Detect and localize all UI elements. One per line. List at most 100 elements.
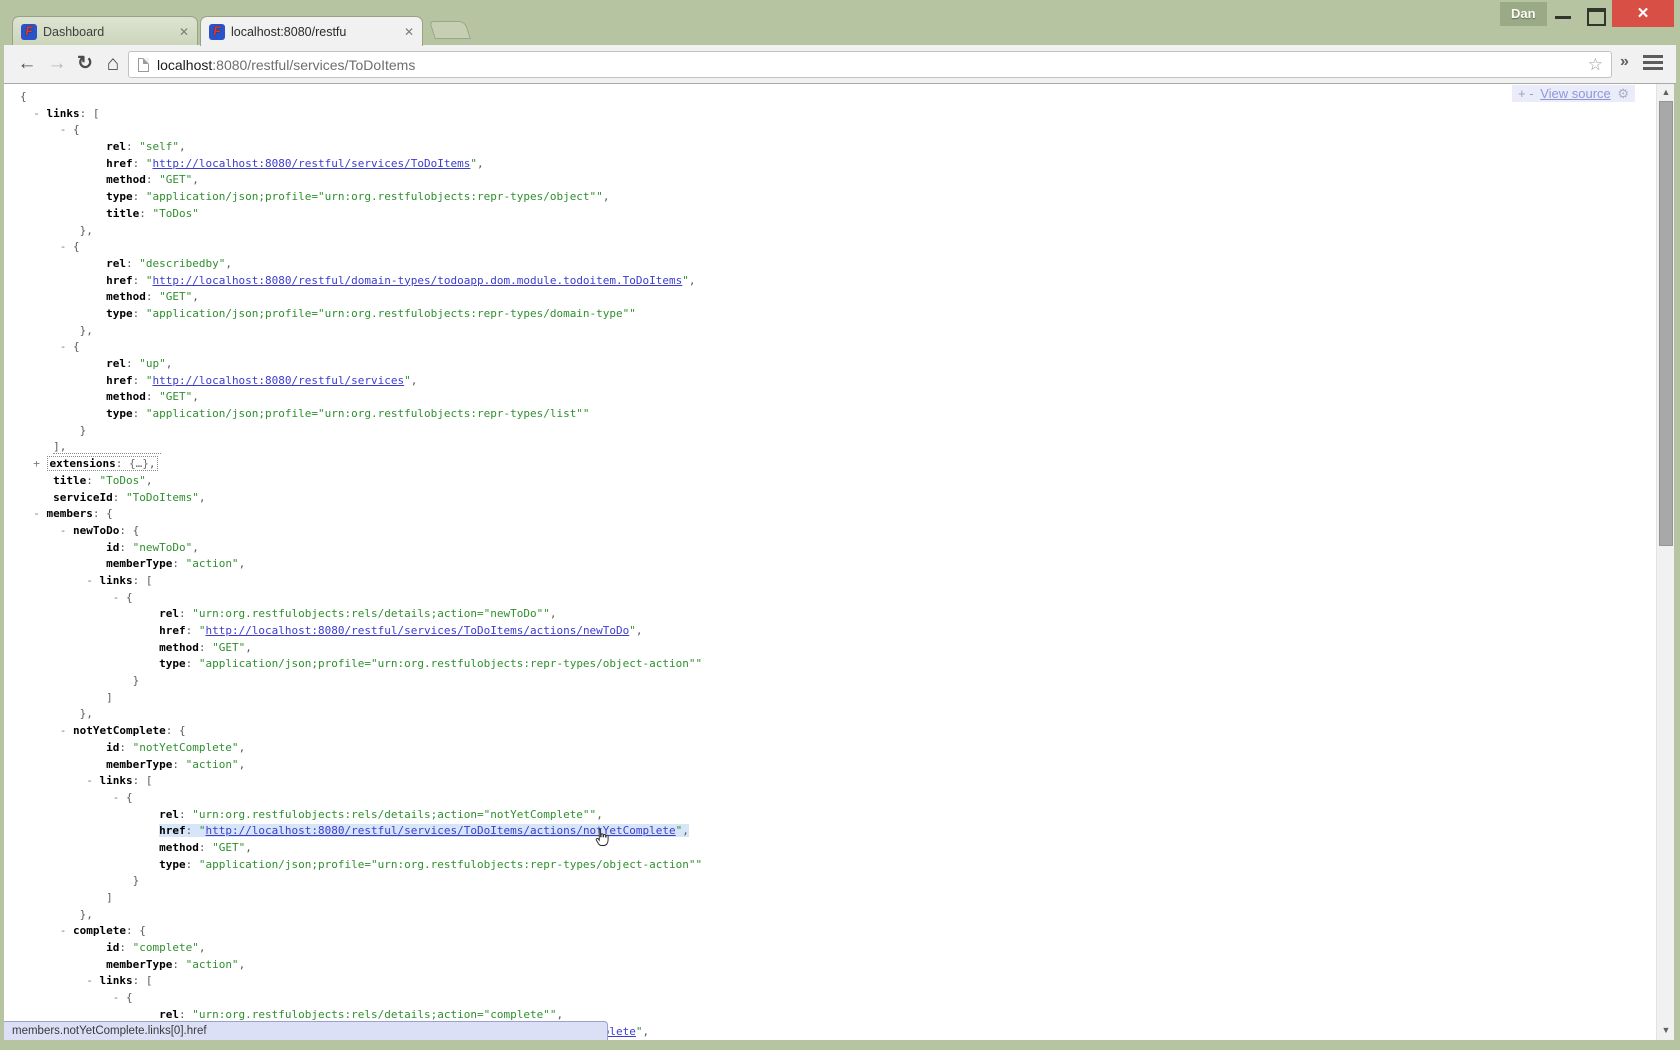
json-token: }, <box>80 324 93 337</box>
json-token: members <box>47 507 93 520</box>
json-token: title <box>53 474 86 487</box>
gear-icon[interactable]: ⚙ <box>1617 86 1629 101</box>
tab-title: localhost:8080/restfu <box>231 25 398 39</box>
json-token: "notYetComplete" <box>133 741 239 754</box>
menu-icon[interactable] <box>1643 55 1663 71</box>
scrollbar[interactable]: ▲ ▼ <box>1656 84 1674 1040</box>
json-line: type: "application/json;profile="urn:org… <box>20 656 1656 673</box>
json-link[interactable]: http://localhost:8080/restful/services <box>152 374 404 387</box>
indent <box>20 157 106 170</box>
json-token: , <box>146 474 153 487</box>
tab-close-icon[interactable]: ✕ <box>398 25 414 39</box>
json-link[interactable]: http://localhost:8080/restful/services/T… <box>205 624 629 637</box>
indent <box>20 674 133 687</box>
json-token: , <box>556 1008 563 1021</box>
new-tab-button[interactable] <box>429 21 471 39</box>
indent <box>20 207 106 220</box>
collapse-toggle[interactable]: - <box>20 507 47 520</box>
json-token: : <box>116 457 129 470</box>
json-token: : <box>126 140 139 153</box>
json-token: , <box>149 457 156 470</box>
json-token: "GET" <box>212 841 245 854</box>
collapse-toggle[interactable]: - <box>20 791 126 804</box>
indent <box>20 557 106 570</box>
json-token: "application/json;profile="urn:org.restf… <box>146 307 636 320</box>
json-token: , <box>682 824 689 837</box>
back-icon[interactable]: ← <box>14 51 40 77</box>
scroll-down-icon[interactable]: ▼ <box>1657 1022 1675 1038</box>
json-token: "ToDoItems" <box>126 491 199 504</box>
json-token: : <box>119 741 132 754</box>
page-icon <box>138 58 149 72</box>
collapse-toggle[interactable]: - <box>20 107 47 120</box>
json-token: type <box>159 657 186 670</box>
json-line: rel: "urn:org.restfulobjects:rels/detail… <box>20 606 1656 623</box>
json-line: method: "GET", <box>20 640 1656 657</box>
json-token: href <box>159 624 186 637</box>
home-icon[interactable]: ⌂ <box>100 51 126 77</box>
collapse-toggle[interactable]: - <box>20 924 73 937</box>
json-line: } <box>20 673 1656 690</box>
collapse-toggle[interactable]: - <box>20 774 99 787</box>
extensions-overflow-icon[interactable]: » <box>1620 53 1629 71</box>
json-token: method <box>159 641 199 654</box>
scrollbar-thumb[interactable] <box>1659 101 1673 546</box>
maximize-button[interactable] <box>1580 0 1610 27</box>
json-line: - links: [ <box>20 573 1656 590</box>
array-close: ], <box>53 440 161 454</box>
reload-icon[interactable]: ↻ <box>72 51 98 77</box>
json-token: rel <box>159 1008 179 1021</box>
json-line: id: "newToDo", <box>20 540 1656 557</box>
json-token: : <box>179 808 192 821</box>
collapse-toggle[interactable]: - <box>20 123 73 136</box>
collapse-all-button[interactable]: + <box>1518 86 1526 101</box>
json-token: : <box>179 1008 192 1021</box>
expand-all-button[interactable]: - <box>1529 86 1533 101</box>
json-token: ] <box>106 891 113 904</box>
json-token: "urn:org.restfulobjects:rels/details;act… <box>192 607 550 620</box>
collapse-toggle[interactable]: - <box>20 724 73 737</box>
json-token: method <box>106 290 146 303</box>
bookmark-star-icon[interactable]: ☆ <box>1588 55 1611 75</box>
json-token: : <box>133 407 146 420</box>
tab-close-icon[interactable]: ✕ <box>173 25 189 39</box>
indent <box>20 390 106 403</box>
json-link[interactable]: http://localhost:8080/restful/services/T… <box>152 157 470 170</box>
json-token: , <box>239 758 246 771</box>
json-token: ], <box>53 440 66 453</box>
view-source-link[interactable]: View source <box>1540 86 1611 101</box>
collapse-toggle[interactable]: - <box>20 340 73 353</box>
json-line: - { <box>20 122 1656 139</box>
json-line: href: "http://localhost:8080/restful/ser… <box>20 623 1656 640</box>
collapse-toggle[interactable]: - <box>20 591 126 604</box>
json-token: " <box>470 157 477 170</box>
collapse-toggle[interactable]: + <box>20 457 47 470</box>
collapse-toggle[interactable]: - <box>20 574 99 587</box>
tab-localhost[interactable]: F localhost:8080/restfu ✕ <box>200 16 423 46</box>
collapse-toggle[interactable]: - <box>20 524 73 537</box>
json-line: type: "application/json;profile="urn:org… <box>20 857 1656 874</box>
json-token: type <box>106 307 133 320</box>
json-token: "GET" <box>159 290 192 303</box>
scroll-up-icon[interactable]: ▲ <box>1657 84 1675 100</box>
json-token: : <box>86 474 99 487</box>
json-token: { <box>73 123 80 136</box>
json-line: href: "http://localhost:8080/restful/dom… <box>20 273 1656 290</box>
json-token: : <box>172 758 185 771</box>
status-bubble: members.notYetComplete.links[0].href <box>4 1021 608 1040</box>
collapse-toggle[interactable]: - <box>20 974 99 987</box>
minimize-button[interactable] <box>1548 0 1578 27</box>
close-button[interactable]: ✕ <box>1612 0 1674 27</box>
indent <box>20 474 53 487</box>
json-token: "ToDos" <box>152 207 198 220</box>
address-bar[interactable]: localhost:8080/restful/services/ToDoItem… <box>128 51 1612 78</box>
collapse-toggle[interactable]: - <box>20 991 126 1004</box>
tab-dashboard[interactable]: F Dashboard ✕ <box>12 16 198 46</box>
profile-badge[interactable]: Dan <box>1500 2 1547 26</box>
indent <box>20 491 53 504</box>
json-token: : <box>113 491 126 504</box>
collapse-toggle[interactable]: - <box>20 240 73 253</box>
forward-icon[interactable]: → <box>44 51 70 77</box>
json-token: : <box>186 624 199 637</box>
json-link[interactable]: http://localhost:8080/restful/domain-typ… <box>152 274 682 287</box>
